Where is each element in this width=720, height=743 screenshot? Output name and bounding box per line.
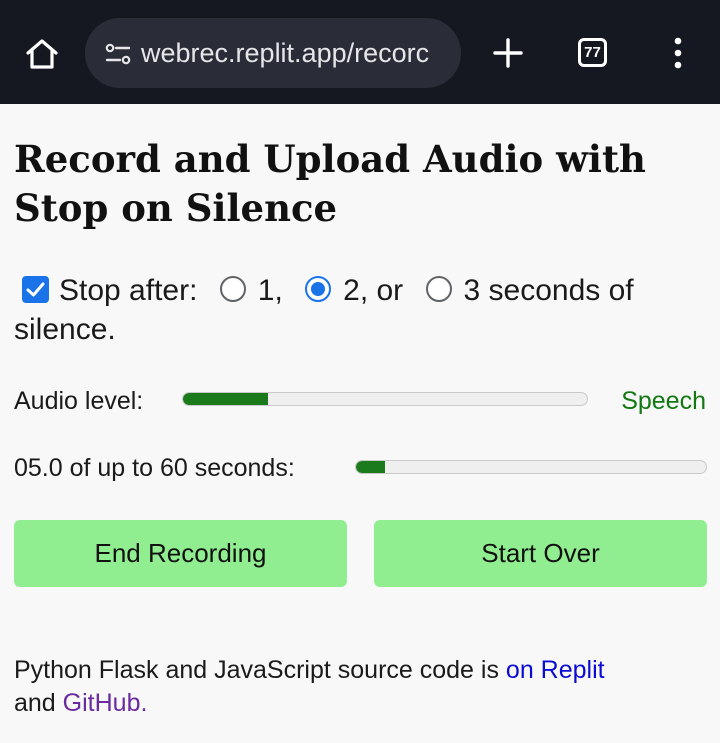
footer-text: Python Flask and JavaScript source code … bbox=[14, 654, 714, 720]
stop-after-label: Stop after: bbox=[59, 274, 198, 307]
github-link[interactable]: GitHub. bbox=[63, 689, 148, 717]
address-bar[interactable]: webrec.replit.app/recorc bbox=[85, 18, 461, 88]
browser-toolbar: webrec.replit.app/recorc 77 bbox=[0, 0, 720, 104]
audio-level-meter bbox=[182, 392, 588, 406]
stop-after-checkbox[interactable] bbox=[22, 276, 49, 303]
footer-middle: and bbox=[14, 689, 63, 717]
recording-progress-fill bbox=[356, 461, 386, 473]
timer-label: 05.0 of up to 60 seconds: bbox=[14, 454, 295, 482]
recording-progress-bar bbox=[355, 460, 707, 474]
option-1-label: 1, bbox=[257, 274, 283, 307]
audio-level-label: Audio level: bbox=[14, 387, 144, 415]
speech-status: Speech bbox=[621, 387, 706, 415]
home-icon[interactable] bbox=[20, 32, 64, 76]
radio-3-seconds[interactable] bbox=[425, 276, 452, 302]
replit-link[interactable]: on Replit bbox=[506, 656, 605, 684]
option-2-label: 2, or bbox=[343, 274, 404, 307]
stop-options: Stop after: 1, 2, or 3 seconds of silenc… bbox=[14, 271, 704, 349]
radio-2-seconds[interactable] bbox=[305, 276, 332, 302]
url-text[interactable]: webrec.replit.app/recorc bbox=[141, 37, 429, 69]
start-over-button[interactable]: Start Over bbox=[374, 520, 707, 587]
footer-prefix: Python Flask and JavaScript source code … bbox=[14, 656, 506, 684]
site-settings-icon[interactable] bbox=[105, 41, 131, 67]
audio-level-fill bbox=[183, 393, 268, 405]
more-options-icon[interactable] bbox=[660, 31, 696, 75]
end-recording-button[interactable]: End Recording bbox=[14, 520, 347, 587]
radio-1-second[interactable] bbox=[219, 276, 246, 302]
tab-switcher-button[interactable]: 77 bbox=[578, 38, 607, 67]
page-title: Record and Upload Audio with Stop on Sil… bbox=[14, 137, 646, 230]
plus-icon[interactable] bbox=[486, 31, 530, 75]
